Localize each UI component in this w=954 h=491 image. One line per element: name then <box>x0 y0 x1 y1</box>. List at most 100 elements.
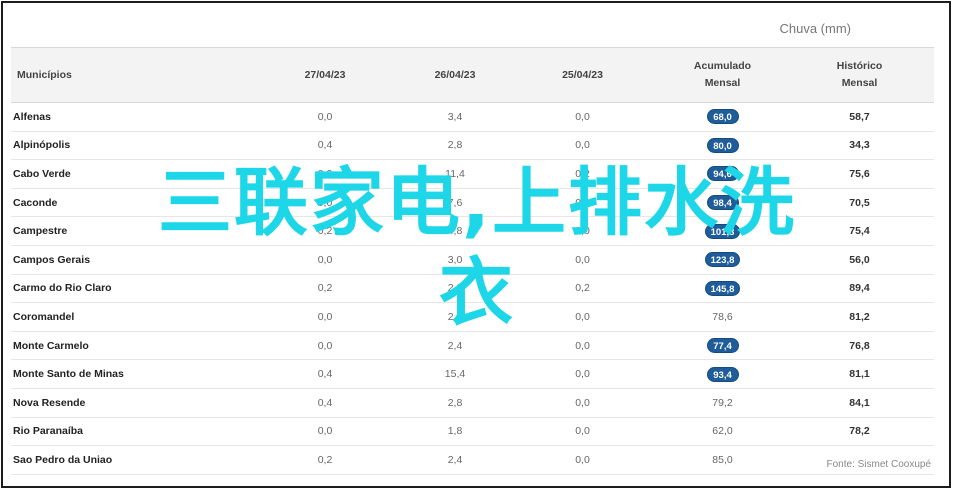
acumulado-badge: 80,0 <box>706 137 739 153</box>
cell-date-3: 0,0 <box>505 388 660 418</box>
header-historico: Histórico Mensal <box>785 47 934 103</box>
header-municipios: Municípios <box>11 47 245 103</box>
cell-date-1: 0,2 <box>245 274 405 304</box>
cell-municipio: Rio Paranaíba <box>11 417 245 447</box>
cell-historico: 89,4 <box>785 274 934 304</box>
header-acumulado-line2: Mensal <box>704 77 741 89</box>
header-date-3: 25/04/23 <box>505 47 660 103</box>
cell-date-2: 4,8 <box>405 216 505 246</box>
cell-date-1: 0,4 <box>245 388 405 418</box>
cell-historico: 75,4 <box>785 216 934 246</box>
cell-date-1: 0,0 <box>245 302 405 332</box>
cell-date-1: 0,2 <box>245 445 405 475</box>
header-acumulado: Acumulado Mensal <box>660 47 785 103</box>
screenshot-frame: Chuva (mm) Municípios 27/04/23 26/04/23 … <box>1 1 951 488</box>
acumulado-badge: 101,3 <box>704 223 741 239</box>
table-row: Carmo do Rio Claro 0,2 2,2 0,2 145,8 89,4 <box>11 274 934 304</box>
table-header-row: Municípios 27/04/23 26/04/23 25/04/23 Ac… <box>11 47 934 103</box>
source-credit: Fonte: Sismet Cooxupé <box>826 459 932 470</box>
cell-date-1: 0,0 <box>245 245 405 275</box>
cell-date-3: 0,2 <box>505 159 660 189</box>
cell-acumulado: 80,0 <box>660 131 785 161</box>
cell-acumulado: 94,6 <box>660 159 785 189</box>
acumulado-badge: 94,6 <box>706 166 739 182</box>
cell-date-2: 15,4 <box>405 359 505 389</box>
cell-acumulado: 68,0 <box>660 102 785 132</box>
cell-date-3: 0,0 <box>505 445 660 475</box>
table-body: Alfenas 0,0 3,4 0,0 68,0 58,7 Alpinópolis 0,4 2,… <box>11 102 934 475</box>
cell-acumulado: 79,2 <box>660 388 785 418</box>
cell-date-2: 7,6 <box>405 188 505 218</box>
cell-acumulado: 145,8 <box>660 274 785 304</box>
table-row: Cabo Verde 0,2 11,4 0,2 94,6 75,6 <box>11 159 934 189</box>
header-historico-line2: Mensal <box>841 77 878 89</box>
acumulado-badge: 123,8 <box>704 252 741 268</box>
cell-date-2: 3,0 <box>405 245 505 275</box>
cell-date-1: 0,4 <box>245 131 405 161</box>
cell-municipio: Carmo do Rio Claro <box>11 274 245 304</box>
cell-historico: 58,7 <box>785 102 934 132</box>
cell-acumulado: 85,0 <box>660 445 785 475</box>
acumulado-badge: 98,4 <box>706 195 739 211</box>
table-row: Campestre 0,2 4,8 0,0 101,3 75,4 <box>11 216 934 246</box>
acumulado-badge: 77,4 <box>706 338 739 354</box>
table-row: Alpinópolis 0,4 2,8 0,0 80,0 34,3 <box>11 131 934 161</box>
cell-date-2: 2,8 <box>405 388 505 418</box>
cell-municipio: Cabo Verde <box>11 159 245 189</box>
cell-date-1: 0,0 <box>245 331 405 361</box>
acumulado-badge: 145,8 <box>704 280 741 296</box>
table-row: Monte Carmelo 0,0 2,4 0,0 77,4 76,8 <box>11 331 934 361</box>
cell-date-3: 0,0 <box>505 131 660 161</box>
cell-date-3: 0,0 <box>505 245 660 275</box>
cell-municipio: Alpinópolis <box>11 131 245 161</box>
table-row: Alfenas 0,0 3,4 0,0 68,0 58,7 <box>11 102 934 132</box>
cell-municipio: Monte Carmelo <box>11 331 245 361</box>
cell-date-2: 2,2 <box>405 274 505 304</box>
cell-date-1: 0,0 <box>245 417 405 447</box>
cell-acumulado: 77,4 <box>660 331 785 361</box>
cell-acumulado: 62,0 <box>660 417 785 447</box>
cell-date-1: 0,2 <box>245 216 405 246</box>
cell-municipio: Alfenas <box>11 102 245 132</box>
table-row: Monte Santo de Minas 0,4 15,4 0,0 93,4 81,1 <box>11 359 934 389</box>
cell-acumulado: 98,4 <box>660 188 785 218</box>
table-row: Caconde 0,0 7,6 0,0 98,4 70,5 <box>11 188 934 218</box>
cell-acumulado: 93,4 <box>660 359 785 389</box>
cell-acumulado: 101,3 <box>660 216 785 246</box>
table-row: Rio Paranaíba 0,0 1,8 0,0 62,0 78,2 <box>11 417 934 447</box>
table-row: Campos Gerais 0,0 3,0 0,0 123,8 56,0 <box>11 245 934 275</box>
cell-date-3: 0,0 <box>505 102 660 132</box>
cell-date-2: 1,8 <box>405 417 505 447</box>
cell-historico: 34,3 <box>785 131 934 161</box>
header-date-1: 27/04/23 <box>245 47 405 103</box>
acumulado-badge: 68,0 <box>706 109 739 125</box>
cell-historico: 75,6 <box>785 159 934 189</box>
cell-historico: 81,2 <box>785 302 934 332</box>
table-row: Coromandel 0,0 2,6 0,0 78,6 81,2 <box>11 302 934 332</box>
cell-date-2: 11,4 <box>405 159 505 189</box>
cell-historico: 70,5 <box>785 188 934 218</box>
header-historico-line1: Histórico <box>836 60 883 72</box>
unit-caption: Chuva (mm) <box>779 21 851 36</box>
header-date-2: 26/04/23 <box>405 47 505 103</box>
cell-historico: 84,1 <box>785 388 934 418</box>
cell-date-2: 3,4 <box>405 102 505 132</box>
cell-municipio: Caconde <box>11 188 245 218</box>
cell-date-3: 0,0 <box>505 359 660 389</box>
cell-acumulado: 78,6 <box>660 302 785 332</box>
cell-historico: 78,2 <box>785 417 934 447</box>
cell-municipio: Monte Santo de Minas <box>11 359 245 389</box>
cell-date-1: 0,2 <box>245 159 405 189</box>
cell-date-1: 0,0 <box>245 188 405 218</box>
table-row: Nova Resende 0,4 2,8 0,0 79,2 84,1 <box>11 388 934 418</box>
cell-historico: 76,8 <box>785 331 934 361</box>
rainfall-table: Municípios 27/04/23 26/04/23 25/04/23 Ac… <box>11 47 934 475</box>
table-row: Sao Pedro da Uniao 0,2 2,4 0,0 85,0 <box>11 445 934 475</box>
cell-municipio: Campos Gerais <box>11 245 245 275</box>
cell-date-2: 2,8 <box>405 131 505 161</box>
cell-municipio: Sao Pedro da Uniao <box>11 445 245 475</box>
cell-date-2: 2,6 <box>405 302 505 332</box>
cell-date-3: 0,0 <box>505 188 660 218</box>
cell-municipio: Coromandel <box>11 302 245 332</box>
acumulado-badge: 93,4 <box>706 366 739 382</box>
